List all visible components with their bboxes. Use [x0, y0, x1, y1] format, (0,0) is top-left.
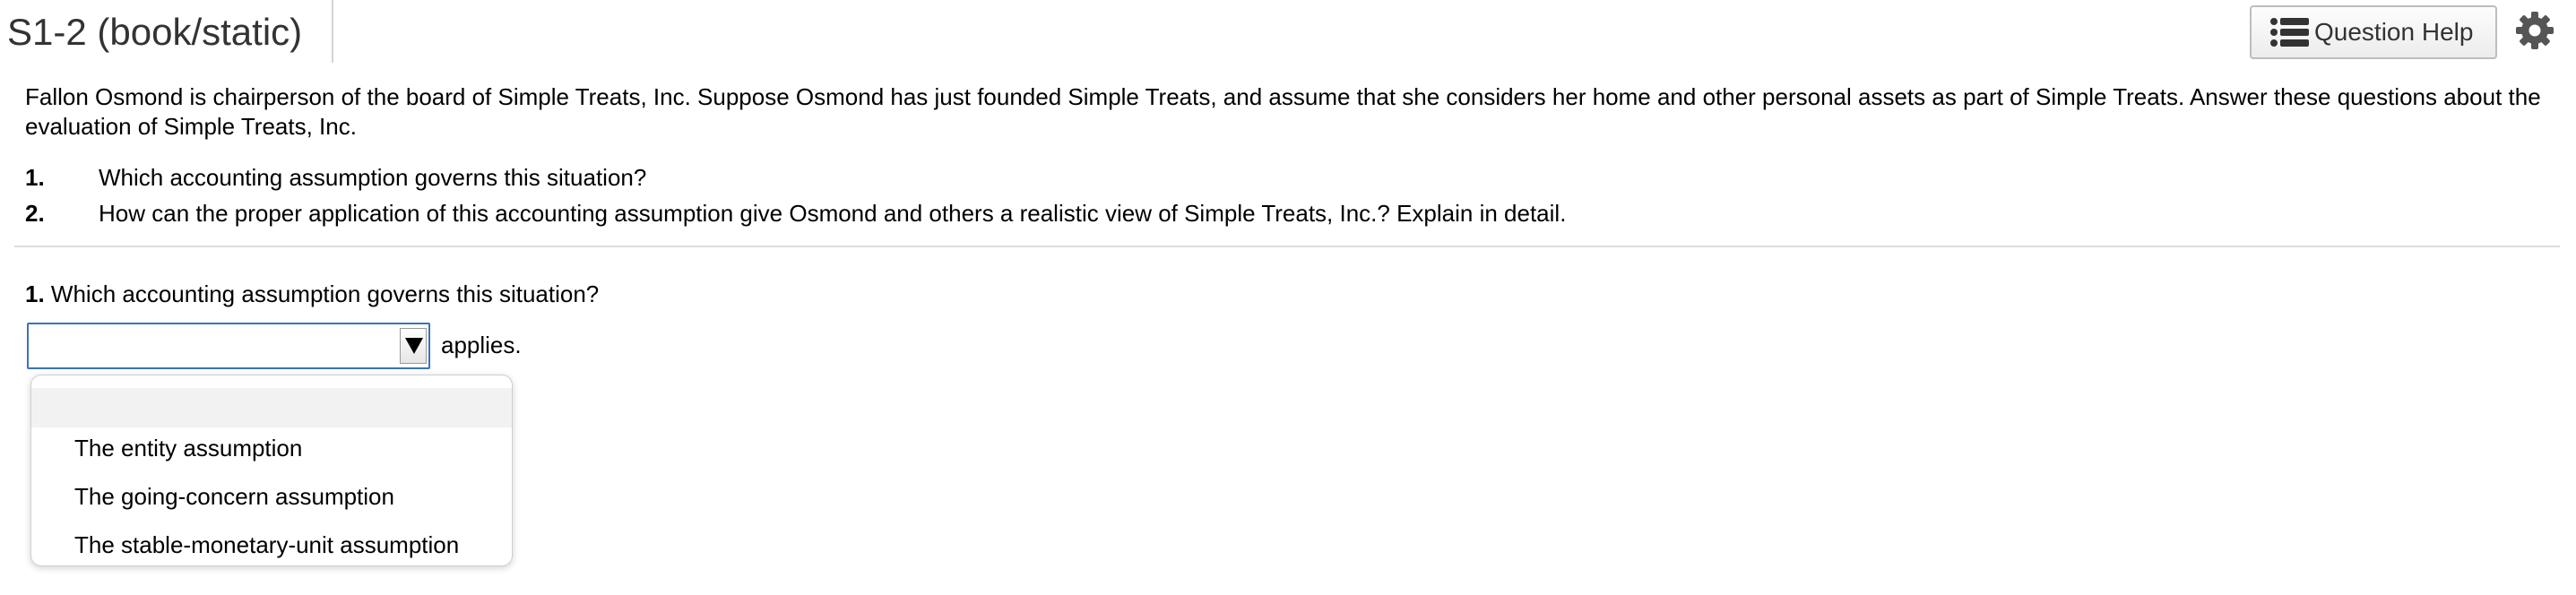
dropdown-option-going-concern[interactable]: The going-concern assumption	[74, 483, 394, 511]
section-divider	[14, 246, 2560, 247]
dropdown-option-entity[interactable]: The entity assumption	[74, 435, 302, 462]
list-item: 2. How can the proper application of thi…	[25, 195, 2535, 231]
question-help-label: Question Help	[2314, 18, 2474, 46]
part-number: 1.	[25, 280, 45, 307]
dropdown-option-stable-monetary-unit[interactable]: The stable-monetary-unit assumption	[74, 531, 459, 559]
dropdown-arrow-icon[interactable]	[400, 328, 427, 364]
question-number: 2.	[25, 199, 45, 227]
page-title: S1-2 (book/static)	[7, 11, 303, 53]
assumption-select[interactable]	[27, 323, 430, 369]
question-number: 1.	[25, 163, 45, 191]
title-divider	[332, 0, 333, 63]
question-text: Which accounting assumption governs this…	[99, 163, 647, 191]
question-text: How can the proper application of this a…	[99, 199, 1567, 227]
header-bar: S1-2 (book/static) Question Help	[0, 0, 2576, 63]
list-icon	[2270, 18, 2309, 47]
question-list: 1. Which accounting assumption governs t…	[25, 160, 2535, 231]
page: S1-2 (book/static) Question Help Fallon …	[0, 0, 2576, 595]
part-prompt-text: Which accounting assumption governs this…	[50, 280, 600, 307]
part-1-prompt: 1. Which accounting assumption governs t…	[25, 280, 599, 308]
gear-icon[interactable]	[2515, 11, 2554, 50]
question-help-button[interactable]: Question Help	[2250, 5, 2497, 59]
problem-intro: Fallon Osmond is chairperson of the boar…	[25, 83, 2541, 140]
assumption-dropdown-menu: The entity assumption The going-concern …	[30, 375, 513, 566]
list-item: 1. Which accounting assumption governs t…	[25, 160, 2535, 195]
triangle-down-icon	[405, 338, 423, 354]
dropdown-option-blank[interactable]	[31, 388, 512, 427]
applies-label: applies.	[441, 332, 522, 358]
